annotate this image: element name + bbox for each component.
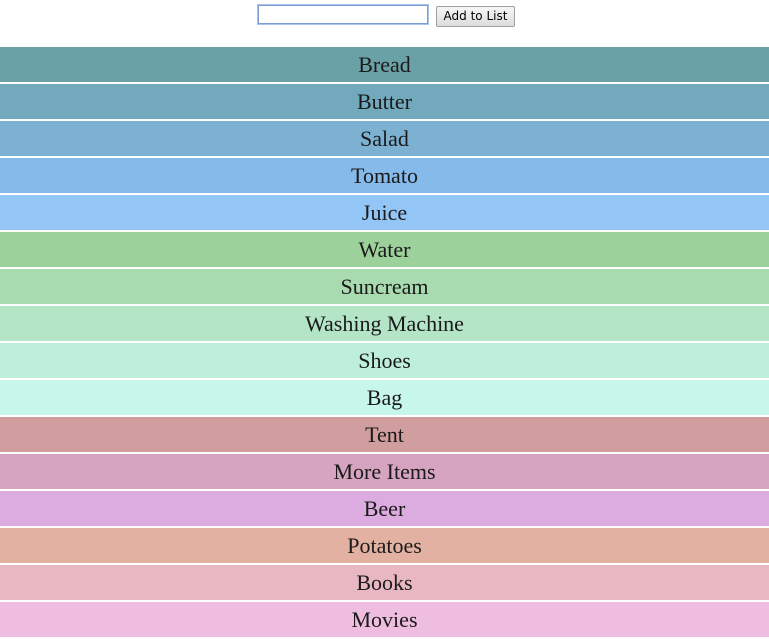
add-to-list-button[interactable]: Add to List — [436, 6, 515, 27]
list-item[interactable]: Potatoes — [0, 528, 769, 563]
list-item[interactable]: Tent — [0, 417, 769, 452]
item-input[interactable] — [257, 4, 429, 25]
list-item[interactable]: Water — [0, 232, 769, 267]
shopping-list: Bread Butter Salad Tomato Juice Water Su… — [0, 47, 769, 639]
list-item[interactable]: Bag — [0, 380, 769, 415]
list-item[interactable]: Juice — [0, 195, 769, 230]
list-item[interactable]: Salad — [0, 121, 769, 156]
list-item[interactable]: Movies — [0, 602, 769, 637]
list-item[interactable]: More Items — [0, 454, 769, 489]
list-item[interactable]: Beer — [0, 491, 769, 526]
list-item[interactable]: Books — [0, 565, 769, 600]
list-item[interactable]: Suncream — [0, 269, 769, 304]
list-item[interactable]: Bread — [0, 47, 769, 82]
list-item[interactable]: Washing Machine — [0, 306, 769, 341]
list-item[interactable]: Shoes — [0, 343, 769, 378]
list-item[interactable]: Butter — [0, 84, 769, 119]
list-item[interactable]: Tomato — [0, 158, 769, 193]
add-item-toolbar: Add to List — [0, 0, 769, 47]
